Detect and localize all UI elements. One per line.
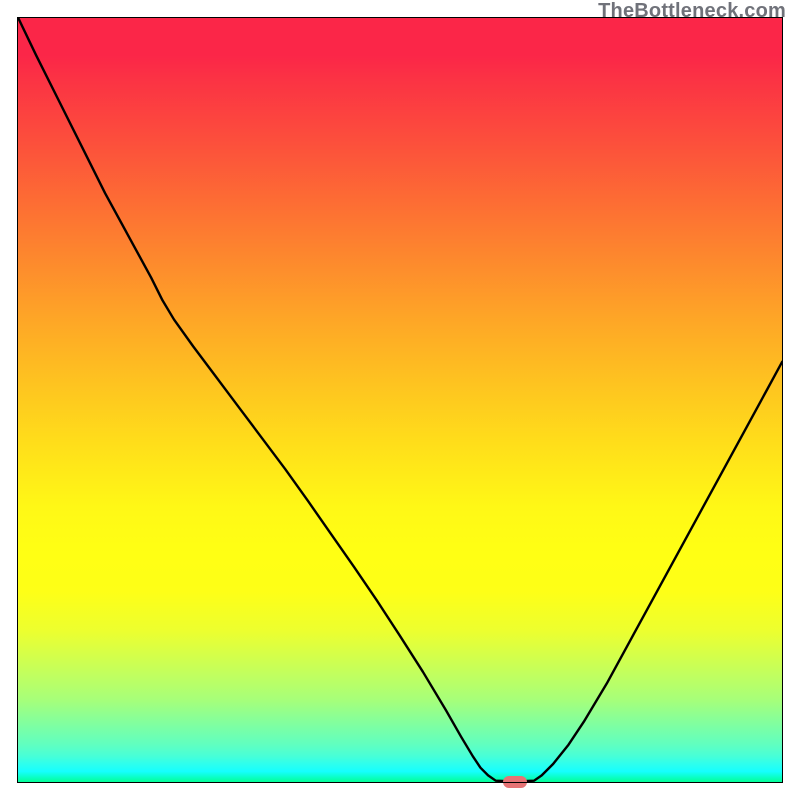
gradient-background — [17, 17, 783, 783]
bottleneck-chart: TheBottleneck.com — [0, 0, 800, 800]
